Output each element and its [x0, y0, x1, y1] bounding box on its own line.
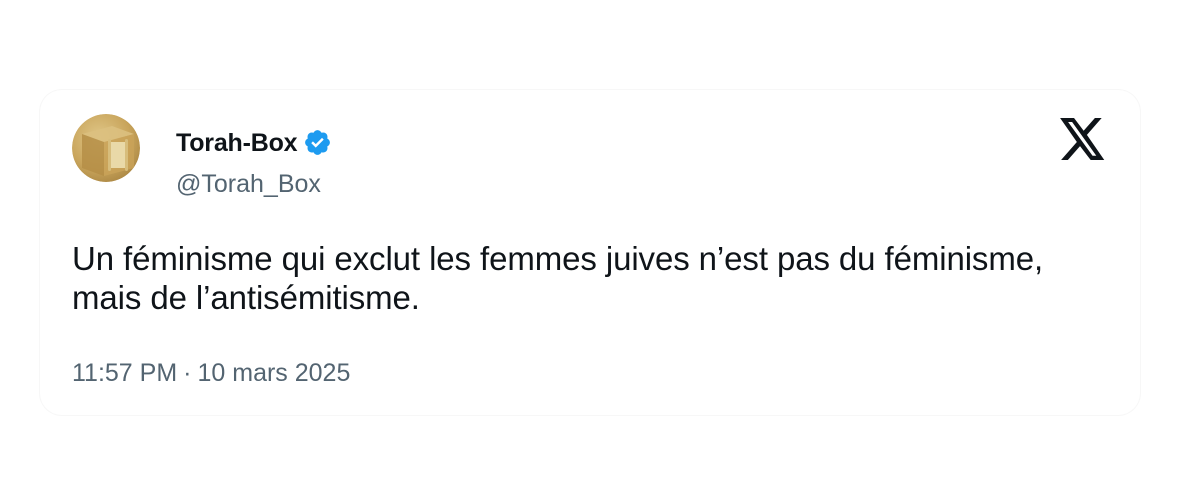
tweet-date[interactable]: 10 mars 2025 [197, 359, 350, 387]
tweet-timestamp[interactable]: 11:57 PM · 10 mars 2025 [72, 358, 350, 388]
author-handle[interactable]: @Torah_Box [176, 170, 321, 198]
meta-separator: · [183, 359, 192, 387]
torah-box-avatar-icon [72, 114, 140, 182]
tweet-text: Un féminisme qui exclut les femmes juive… [72, 240, 1044, 316]
avatar[interactable] [72, 114, 140, 182]
tweet-card[interactable]: Torah-Box @Torah_Box Un féminisme qui ex… [40, 90, 1140, 415]
author-name-row[interactable]: Torah-Box [176, 128, 332, 157]
tweet-time[interactable]: 11:57 PM [72, 359, 177, 387]
x-logo-icon[interactable] [1060, 118, 1106, 160]
author-display-name[interactable]: Torah-Box [176, 129, 298, 157]
verified-badge-icon [303, 128, 332, 157]
